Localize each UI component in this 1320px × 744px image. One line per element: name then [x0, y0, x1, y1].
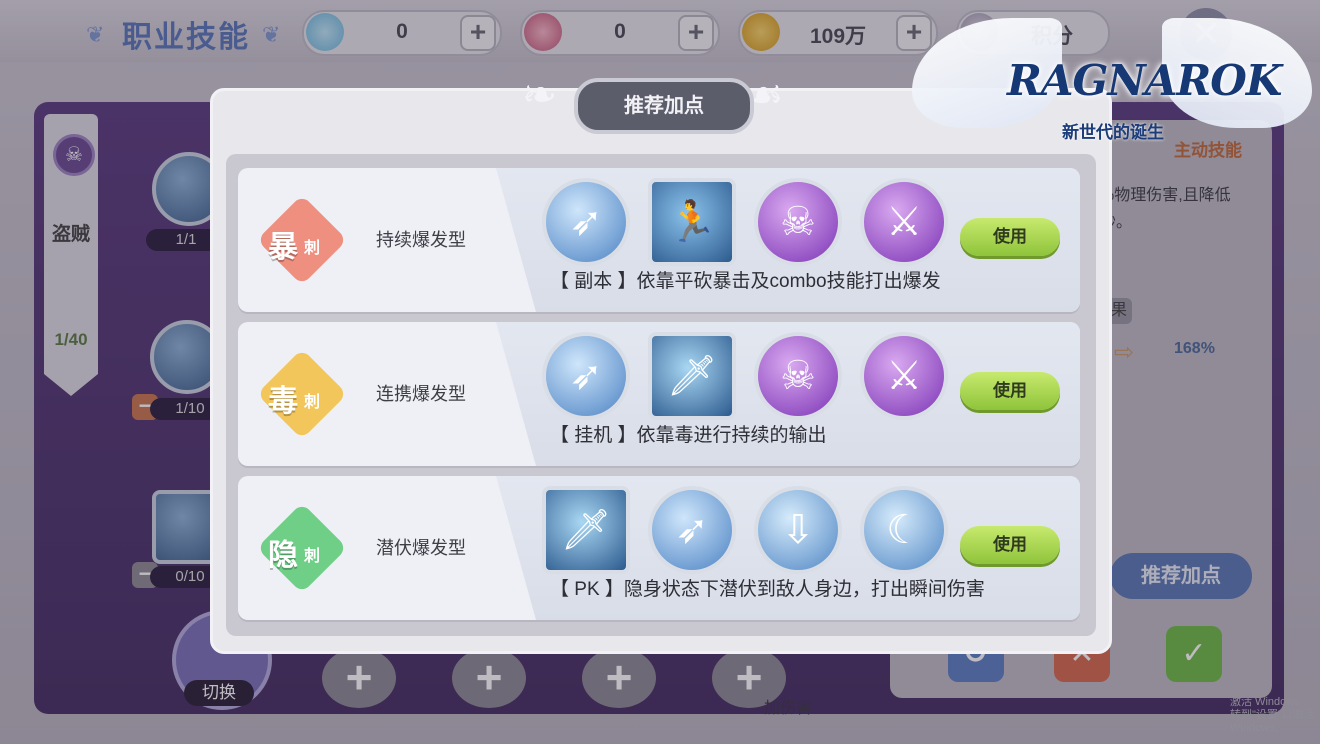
badge-main-char: 毒 [268, 385, 298, 418]
build-badge: 暴 刺 [254, 192, 350, 288]
blade-slash-icon[interactable]: 🗡 [542, 486, 630, 574]
logo-title: RAGNAROK [1007, 56, 1282, 105]
use-button[interactable]: 使用 [960, 372, 1060, 410]
dialog-title-banner: 推荐加点 [574, 78, 754, 134]
dagger-throw-icon[interactable]: ➶ [542, 178, 630, 266]
wing-left-icon: ❧ [522, 71, 558, 118]
build-name: 潜伏爆发型 [376, 538, 466, 558]
badge-sub-char: 刺 [304, 394, 321, 411]
build-badge: 毒 刺 [254, 346, 350, 442]
badge-main-char: 隐 [268, 539, 298, 572]
build-description: 【 挂机 】依靠毒进行持续的输出 [550, 425, 827, 446]
build-badge: 隐 刺 [254, 500, 350, 596]
blade-slash-icon[interactable]: 🗡 [648, 332, 736, 420]
skull-sword-icon[interactable]: ☠ [754, 332, 842, 420]
use-button[interactable]: 使用 [960, 218, 1060, 256]
build-description: 【 副本 】依靠平砍暴击及combo技能打出爆发 [550, 271, 941, 292]
badge-sub-char: 刺 [304, 240, 321, 257]
dialog-title: 推荐加点 [624, 95, 704, 117]
logo-subtitle: 新世代的诞生 [1062, 123, 1164, 142]
dagger-throw-icon[interactable]: ➶ [542, 332, 630, 420]
build-name: 持续爆发型 [376, 230, 466, 250]
build-name: 连携爆发型 [376, 384, 466, 404]
build-card: 隐 刺 潜伏爆发型 🗡 ➶ ⇩ ☾ 使用 【 PK 】隐身状态下潜伏到敌人身边，… [238, 476, 1080, 620]
spike-trap-icon[interactable]: ⇩ [754, 486, 842, 574]
skull-sword-icon[interactable]: ☠ [754, 178, 842, 266]
build-description: 【 PK 】隐身状态下潜伏到敌人身边，打出瞬间伤害 [550, 579, 985, 600]
poison-blade-icon[interactable]: ⚔ [860, 178, 948, 266]
cloak-run-icon[interactable]: 🏃 [648, 178, 736, 266]
use-button[interactable]: 使用 [960, 526, 1060, 564]
watermark-line: 转到"设置"以激活 Windows。 [1230, 709, 1315, 734]
hook-blade-icon[interactable]: ☾ [860, 486, 948, 574]
badge-sub-char: 刺 [304, 548, 321, 565]
game-logo: RAGNAROK 新世代的诞生 [912, 8, 1312, 168]
watermark-line: 激活 Windows [1230, 696, 1300, 708]
build-card: 毒 刺 连携爆发型 ➶ 🗡 ☠ ⚔ 使用 【 挂机 】依靠毒进行持续的输出 [238, 322, 1080, 466]
badge-main-char: 暴 [268, 231, 298, 264]
build-card: 暴 刺 持续爆发型 ➶ 🏃 ☠ ⚔ 使用 【 副本 】依靠平砍暴击及combo技… [238, 168, 1080, 312]
dagger-throw-icon[interactable]: ➶ [648, 486, 736, 574]
os-watermark: 激活 Windows 转到"设置"以激活 Windows。 [1230, 696, 1320, 735]
poison-blade-icon[interactable]: ⚔ [860, 332, 948, 420]
